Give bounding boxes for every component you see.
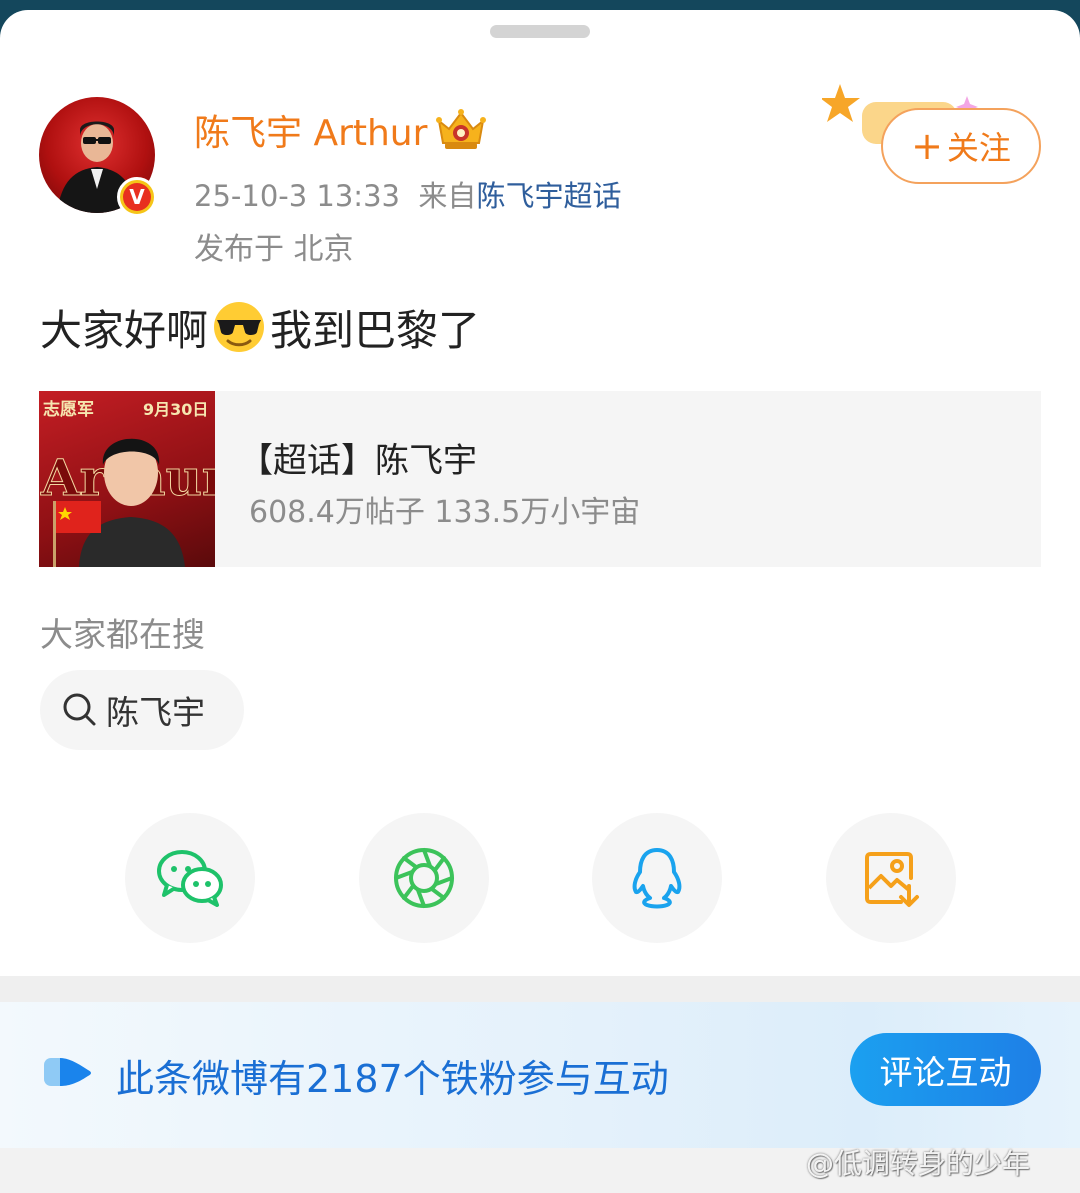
section-divider [0, 976, 1080, 1002]
source-link[interactable]: 陈飞宇超话 [476, 179, 621, 213]
supertopic-thumbnail: 志愿军 9月30日 Arthur [39, 391, 215, 567]
thumb-text-1: 志愿军 [43, 399, 94, 420]
search-chip-label: 陈飞宇 [106, 693, 205, 732]
moments-icon [394, 848, 454, 908]
share-qq-button[interactable] [592, 813, 722, 943]
supertopic-stats: 608.4万帖子 133.5万小宇宙 [249, 495, 641, 530]
wechat-icon [157, 850, 223, 907]
search-icon [63, 693, 96, 726]
fans-flag-icon [44, 1058, 91, 1086]
follow-button[interactable]: + 关注 [881, 108, 1041, 184]
post-timestamp: 25-10-3 13:33 [194, 179, 400, 213]
follow-label: 关注 [946, 129, 1011, 167]
weibo-watermark: @低调转身的少年 [806, 1147, 1031, 1180]
supertopic-card[interactable]: 志愿军 9月30日 Arthur 【超话】陈飞宇 608.4万帖子 133.5万… [39, 391, 1041, 567]
search-chip[interactable]: 陈飞宇 [40, 670, 244, 750]
save-image-icon [865, 852, 919, 907]
thumb-text-2: 9月30日 [143, 400, 208, 419]
banner-text: 此条微博有2187个铁粉参与互动 [116, 1057, 669, 1101]
author-name[interactable]: 陈飞宇 Arthur [194, 104, 427, 156]
share-sheet: V 陈飞宇 Arthur 25-10-3 13:33 来自陈飞宇超话 发布于 北… [0, 10, 1080, 1193]
share-wechat-button[interactable] [125, 813, 255, 943]
drag-handle[interactable] [490, 25, 590, 38]
post-content: 大家好啊 我到巴黎了 [40, 292, 480, 362]
supertopic-title: 【超话】陈飞宇 [239, 441, 477, 481]
trending-search-label: 大家都在搜 [40, 615, 205, 654]
post-meta: 25-10-3 13:33 来自陈飞宇超话 [194, 173, 621, 215]
plus-icon: + [911, 124, 943, 168]
share-moments-button[interactable] [359, 813, 489, 943]
post-location: 发布于 北京 [194, 232, 354, 267]
verified-badge-icon: V [117, 177, 157, 217]
crown-badge-icon [436, 109, 487, 149]
source-prefix: 来自 [418, 179, 477, 213]
interaction-banner: 此条微博有2187个铁粉参与互动 评论互动 [0, 1002, 1080, 1148]
post-text-part2: 我到巴黎了 [270, 305, 481, 355]
cool-sunglasses-emoji-icon [214, 302, 265, 352]
qq-icon [632, 848, 682, 909]
author-row: 陈飞宇 Arthur [194, 106, 487, 154]
share-save-image-button[interactable] [826, 813, 956, 943]
comment-interact-button[interactable]: 评论互动 [850, 1033, 1041, 1106]
post-text-part1: 大家好啊 [40, 305, 209, 355]
